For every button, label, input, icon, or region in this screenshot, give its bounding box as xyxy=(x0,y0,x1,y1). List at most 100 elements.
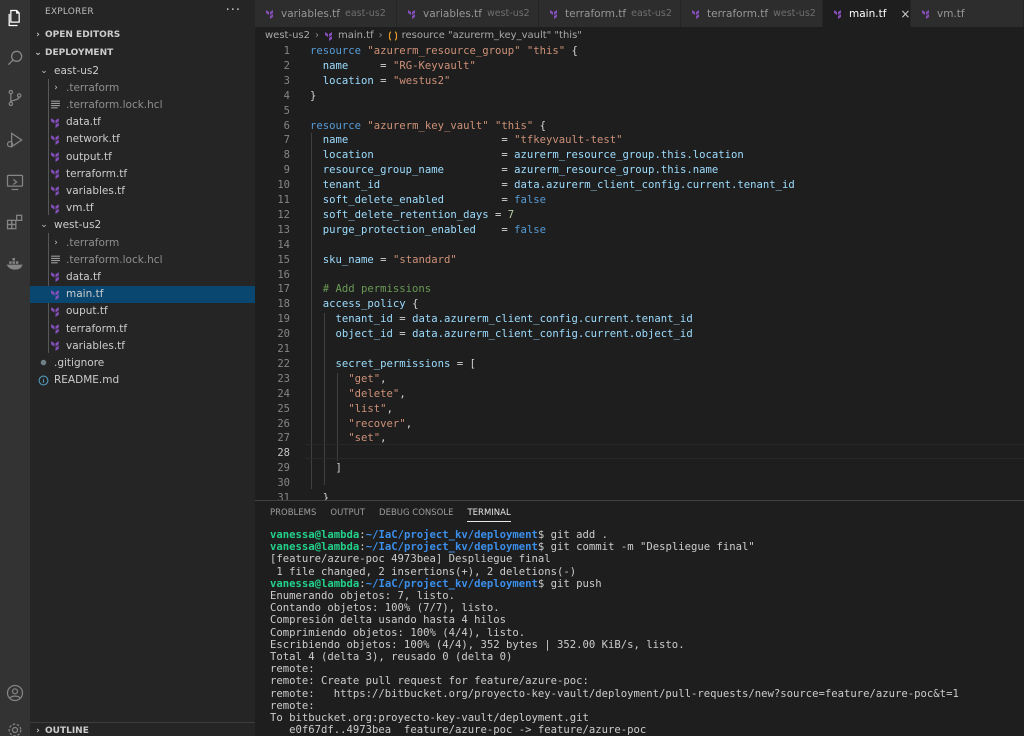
explorer-title: EXPLORER xyxy=(45,7,94,17)
terminal-path: ~/IaC/project_kv/deployment xyxy=(365,529,538,541)
line-number: 11 xyxy=(277,194,290,206)
tab-label: vm.tf xyxy=(937,7,965,20)
panel-tab[interactable]: TERMINAL xyxy=(467,508,511,522)
tab-label: terraform.tf xyxy=(707,7,769,20)
line-number: 17 xyxy=(277,283,290,296)
settings-gear-icon[interactable] xyxy=(3,718,27,736)
tree-file[interactable]: ouput.tf xyxy=(30,303,255,320)
terminal-line: Compresión delta usando hasta 4 hilos xyxy=(270,614,506,627)
tree-file[interactable]: .terraform.lock.hcl xyxy=(30,96,255,113)
line-number: 23 xyxy=(277,372,290,385)
line-number: 9 xyxy=(283,164,290,177)
account-icon[interactable] xyxy=(3,681,27,705)
terminal[interactable]: vanessa@lambda:~/IaC/project_kv/deployme… xyxy=(270,529,959,736)
breadcrumb-folder[interactable]: west-us2 xyxy=(265,30,310,41)
panel-tab[interactable]: OUTPUT xyxy=(330,508,365,522)
editor-tab[interactable]: terraform.tf east-us2 xyxy=(539,0,681,27)
breadcrumb-file[interactable]: main.tf xyxy=(338,30,374,41)
chevron-down-icon: ⌄ xyxy=(40,220,48,231)
editor-tab[interactable]: variables.tf east-us2 xyxy=(255,0,397,27)
terminal-line: vanessa@lambda:~/IaC/project_kv/deployme… xyxy=(270,541,755,554)
docker-icon[interactable] xyxy=(3,251,27,275)
tree-item-label: vm.tf xyxy=(66,202,94,215)
git-icon xyxy=(38,357,52,368)
files-icon[interactable] xyxy=(3,6,27,30)
tree-file[interactable]: README.md xyxy=(30,372,255,389)
tree-file[interactable]: output.tf xyxy=(30,148,255,165)
editor-tab[interactable]: main.tf × xyxy=(823,0,911,27)
tree-file[interactable]: terraform.tf xyxy=(30,165,255,182)
close-icon[interactable]: × xyxy=(900,7,910,21)
tree-file[interactable]: data.tf xyxy=(30,268,255,285)
chevron-right-icon: › xyxy=(378,30,383,41)
tree-item-label: .gitignore xyxy=(54,356,105,369)
tree-item-label: data.tf xyxy=(66,116,101,129)
terminal-line: vanessa@lambda:~/IaC/project_kv/deployme… xyxy=(270,529,609,541)
code-line: resource "azurerm_key_vault" "this" { xyxy=(310,119,547,132)
code-line: resource "azurerm_resource_group" "this"… xyxy=(310,45,578,57)
chevron-down-icon: ⌄ xyxy=(34,47,42,58)
tab-description: east-us2 xyxy=(344,8,386,19)
tree-item-label: .terraform.lock.hcl xyxy=(66,253,163,266)
editor-tab[interactable]: variables.tf west-us2 xyxy=(397,0,539,27)
terraform-icon xyxy=(921,9,931,19)
code-line: ] xyxy=(310,462,342,475)
terraform-icon xyxy=(407,9,417,19)
tree-file[interactable]: variables.tf xyxy=(30,182,255,199)
code-line: "delete", xyxy=(348,387,406,400)
editor-tab[interactable]: terraform.tf west-us2 xyxy=(681,0,823,27)
line-number: 5 xyxy=(283,104,290,117)
source-control-icon[interactable] xyxy=(3,86,27,110)
editor-tab[interactable]: vm.tf xyxy=(911,0,1024,27)
terraform-icon xyxy=(50,289,64,300)
terraform-icon xyxy=(50,306,64,317)
open-editors-section[interactable]: › OPEN EDITORS xyxy=(30,26,255,43)
tree-folder[interactable]: ⌄ east-us2 xyxy=(30,62,255,79)
breadcrumb-symbol[interactable]: resource "azurerm_key_vault" "this" xyxy=(402,30,582,41)
panel-tab[interactable]: DEBUG CONSOLE xyxy=(379,508,453,522)
tree-folder[interactable]: › .terraform xyxy=(30,234,255,251)
tree-file[interactable]: terraform.tf xyxy=(30,320,255,337)
deployment-section[interactable]: ⌄ DEPLOYMENT xyxy=(30,44,255,61)
code-line: location = azurerm_resource_group.this.l… xyxy=(322,149,744,162)
code-line: tenant_id = data.azurerm_client_config.c… xyxy=(322,179,795,192)
code-line: soft_delete_enabled = false xyxy=(322,194,547,206)
extensions-icon[interactable] xyxy=(3,210,27,234)
tree-file[interactable]: .terraform.lock.hcl xyxy=(30,251,255,268)
tree-folder[interactable]: ⌄ west-us2 xyxy=(30,217,255,234)
tab-description: east-us2 xyxy=(631,8,672,19)
remote-explorer-icon[interactable] xyxy=(3,170,27,194)
terraform-icon xyxy=(50,340,64,352)
tree-file[interactable]: network.tf xyxy=(30,131,255,148)
terminal-line: e0f67df..4973bea feature/azure-poc -> fe… xyxy=(270,724,647,736)
terminal-line: vanessa@lambda:~/IaC/project_kv/deployme… xyxy=(270,577,602,590)
tab-description: west-us2 xyxy=(773,8,816,19)
panel-tab[interactable]: PROBLEMS xyxy=(270,508,316,522)
outline-section[interactable]: › OUTLINE xyxy=(30,722,255,736)
tree-file[interactable]: variables.tf xyxy=(30,337,255,354)
chevron-right-icon: › xyxy=(54,82,58,93)
tree-file[interactable]: .gitignore xyxy=(30,354,255,371)
run-debug-icon[interactable] xyxy=(3,128,27,152)
tree-item-label: variables.tf xyxy=(66,339,125,352)
terraform-icon xyxy=(50,271,64,283)
terminal-command: $ git commit -m "Despliegue final" xyxy=(537,541,755,554)
code-editor[interactable]: 1 resource "azurerm_resource_group" "this… xyxy=(255,44,1024,500)
code-line: } xyxy=(310,89,317,102)
more-actions-icon[interactable]: ··· xyxy=(226,3,241,18)
tree-folder[interactable]: › .terraform xyxy=(30,79,255,96)
tree-item-label: README.md xyxy=(54,374,120,387)
code-line: } xyxy=(310,492,330,500)
tree-item-label: network.tf xyxy=(66,133,120,146)
line-number: 7 xyxy=(283,134,290,147)
terraform-icon xyxy=(324,31,334,41)
tree-file[interactable]: vm.tf xyxy=(30,200,255,217)
tree-file[interactable]: main.tf xyxy=(30,285,255,303)
line-number: 18 xyxy=(277,298,290,311)
terminal-user: vanessa@lambda xyxy=(270,541,360,554)
terminal-line: Total 4 (delta 3), reusado 0 (delta 0) xyxy=(270,651,513,664)
tree-file[interactable]: data.tf xyxy=(30,114,255,131)
search-icon[interactable] xyxy=(3,46,27,70)
editor-tabs: variables.tf east-us2 variables.tf west-us2… xyxy=(255,0,1024,27)
tree-item-label: data.tf xyxy=(66,270,101,283)
